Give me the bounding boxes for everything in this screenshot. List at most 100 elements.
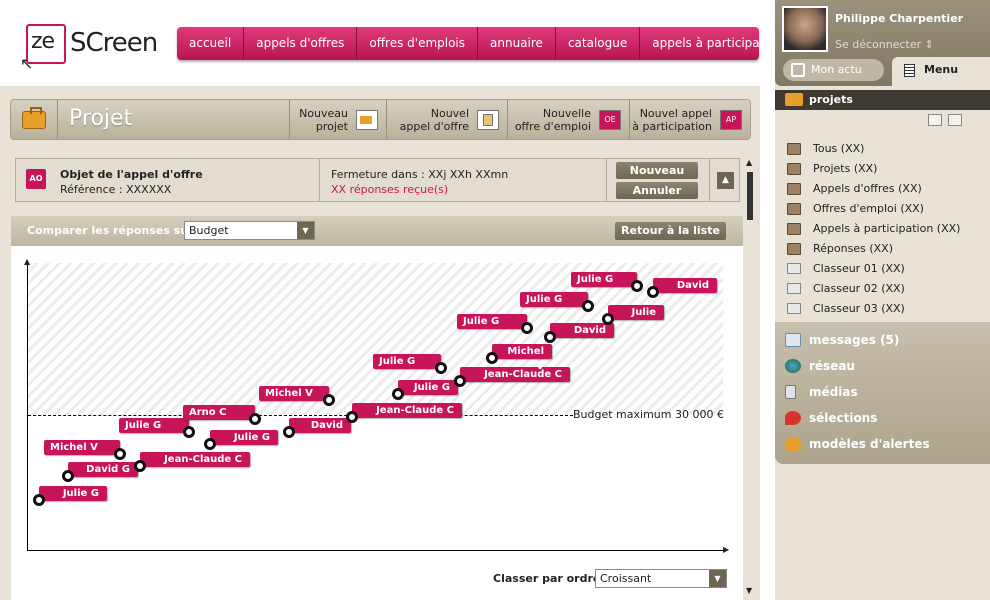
data-point-tag[interactable]: Jean-Claude C — [134, 452, 250, 472]
point-marker — [631, 280, 643, 292]
new-tender-button[interactable]: Nouvel appel d'offre — [386, 100, 507, 139]
selections-link[interactable]: sélections — [809, 411, 877, 425]
network-link[interactable]: réseau — [809, 359, 855, 373]
menu-tab[interactable]: Menu — [892, 57, 990, 86]
data-point-tag[interactable]: Julie G — [373, 354, 447, 374]
nav-item-offres-emplois[interactable]: offres d'emplois — [357, 27, 479, 60]
data-point-tag[interactable]: Michel V — [44, 440, 126, 460]
list-item-classeur-03[interactable]: Classeur 03 (XX) — [787, 299, 960, 319]
nav-item-appels-participation[interactable]: appels à participation — [640, 27, 792, 60]
new-button[interactable]: Nouveau — [616, 162, 698, 179]
divider — [606, 159, 607, 201]
data-point-tag[interactable]: David G — [283, 418, 351, 446]
new-project-button[interactable]: Nouveau projet — [289, 100, 386, 139]
nav-item-accueil[interactable]: accueil — [177, 27, 245, 60]
new-project-icon — [356, 110, 378, 130]
list-item-offres-emploi[interactable]: Offres d'emploi (XX) — [787, 199, 960, 219]
x-axis-arrow: ▶ — [723, 545, 730, 554]
user-box: Philippe Charpentier Se déconnecter ⇕ Mo… — [775, 0, 990, 86]
x-axis — [27, 550, 727, 551]
list-item-tous[interactable]: Tous (XX) — [787, 139, 960, 159]
scrollbar[interactable]: ▲ ▼ — [745, 158, 756, 600]
data-point-tag[interactable]: Julie G — [119, 418, 195, 438]
point-label: David G — [310, 420, 343, 446]
copy-folder-icon[interactable] — [948, 114, 962, 126]
nav-item-catalogue[interactable]: catalogue — [556, 27, 641, 60]
projects-header-label: projets — [809, 93, 853, 106]
list-item-classeur-02[interactable]: Classeur 02 (XX) — [787, 279, 960, 299]
mon-actu-tab[interactable]: Mon actu — [783, 59, 884, 81]
list-item-appels-offres[interactable]: Appels d'offres (XX) — [787, 179, 960, 199]
collapse-up-icon[interactable]: ▲ — [717, 172, 734, 189]
data-point-tag[interactable]: David G — [62, 462, 138, 482]
list-item-label: Offres d'emploi (XX) — [813, 202, 924, 215]
page-title: Projet — [69, 106, 133, 131]
menu-icon — [904, 64, 915, 77]
new-job-offer-label1: Nouvelle — [542, 107, 591, 120]
list-item-label: Tous (XX) — [813, 142, 865, 155]
scrollbar-thumb[interactable] — [747, 172, 753, 220]
projects-header[interactable]: projets — [775, 90, 990, 110]
chevron-down-icon: ▼ — [709, 570, 726, 587]
compare-select[interactable]: Budget ▼ — [184, 221, 315, 240]
cancel-button[interactable]: Annuler — [616, 182, 698, 199]
point-label: Julie G — [526, 294, 563, 305]
point-marker — [486, 352, 498, 364]
point-marker — [582, 300, 594, 312]
data-point-tag[interactable]: David G — [647, 278, 717, 306]
data-point-tag[interactable]: Julie G — [571, 272, 643, 292]
alert-templates-link[interactable]: modèles d'alertes — [809, 437, 930, 451]
nav-item-appels-offres[interactable]: appels d'offres — [244, 27, 358, 60]
compare-select-value: Budget — [189, 224, 229, 237]
messages-link[interactable]: messages (5) — [809, 333, 899, 347]
data-point-tag[interactable]: Michel V — [486, 344, 552, 372]
list-item-label: Réponses (XX) — [813, 242, 893, 255]
new-participation-label1: Nouvel appel — [639, 107, 712, 120]
point-label: Julie G — [577, 274, 614, 285]
point-marker — [392, 388, 404, 400]
point-marker — [183, 426, 195, 438]
new-job-offer-icon: OE — [599, 110, 621, 130]
avatar — [782, 6, 828, 52]
list-item-reponses[interactable]: Réponses (XX) — [787, 239, 960, 259]
scroll-down-icon[interactable]: ▼ — [746, 586, 752, 595]
point-marker — [544, 331, 556, 343]
y-axis-arrow: ▲ — [24, 257, 31, 266]
scroll-up-icon[interactable]: ▲ — [746, 158, 752, 167]
new-project-label1: Nouveau — [299, 107, 348, 120]
logo[interactable]: ze SCreen ↖ — [18, 18, 158, 73]
list-item-classeur-01[interactable]: Classeur 01 (XX) — [787, 259, 960, 279]
point-marker — [114, 448, 126, 460]
data-point-tag[interactable]: Jean-Claude C — [454, 367, 570, 387]
data-point-tag[interactable]: Michel V — [259, 386, 335, 406]
list-item-appels-participation[interactable]: Appels à participation (XX) — [787, 219, 960, 239]
data-point-tag[interactable]: Julie G — [392, 380, 458, 400]
logout-link[interactable]: Se déconnecter ⇕ — [835, 38, 934, 51]
list-item-label: Classeur 01 (XX) — [813, 262, 905, 275]
order-select-value: Croissant — [600, 572, 652, 585]
data-point-tag[interactable]: David G — [544, 323, 614, 351]
media-player-icon — [785, 385, 796, 399]
data-point-tag[interactable]: Arno C — [183, 405, 261, 425]
data-point-tag[interactable]: Julie G — [602, 305, 664, 333]
point-marker — [283, 426, 295, 438]
add-folder-icon[interactable] — [928, 114, 942, 126]
data-point-tag[interactable]: Julie G — [204, 430, 278, 450]
back-to-list-button[interactable]: Retour à la liste — [615, 222, 726, 240]
data-point-tag[interactable]: Julie G — [33, 486, 107, 506]
list-item-projets[interactable]: Projets (XX) — [787, 159, 960, 179]
data-point-tag[interactable]: Julie G — [457, 314, 533, 334]
order-select[interactable]: Croissant ▼ — [595, 569, 727, 588]
data-point-tag[interactable]: Jean-Claude C — [346, 403, 462, 423]
new-participation-button[interactable]: Nouvel appel à participation AP — [629, 100, 750, 139]
budget-label: Budget maximum 30 000 € — [573, 408, 724, 421]
offer-responses-link[interactable]: XX réponses reçue(s) — [331, 182, 508, 197]
nav-item-annuaire[interactable]: annuaire — [478, 27, 556, 60]
media-link[interactable]: médias — [809, 385, 858, 399]
project-tools — [928, 114, 968, 130]
new-job-offer-button[interactable]: Nouvelle offre d'emploi OE — [507, 100, 629, 139]
project-toolbar: Projet Nouveau projet Nouvel appel d'offre… — [10, 99, 751, 140]
data-point-tag[interactable]: Julie G — [520, 292, 594, 312]
point-marker — [602, 313, 614, 325]
new-participation-icon: AP — [720, 110, 742, 130]
